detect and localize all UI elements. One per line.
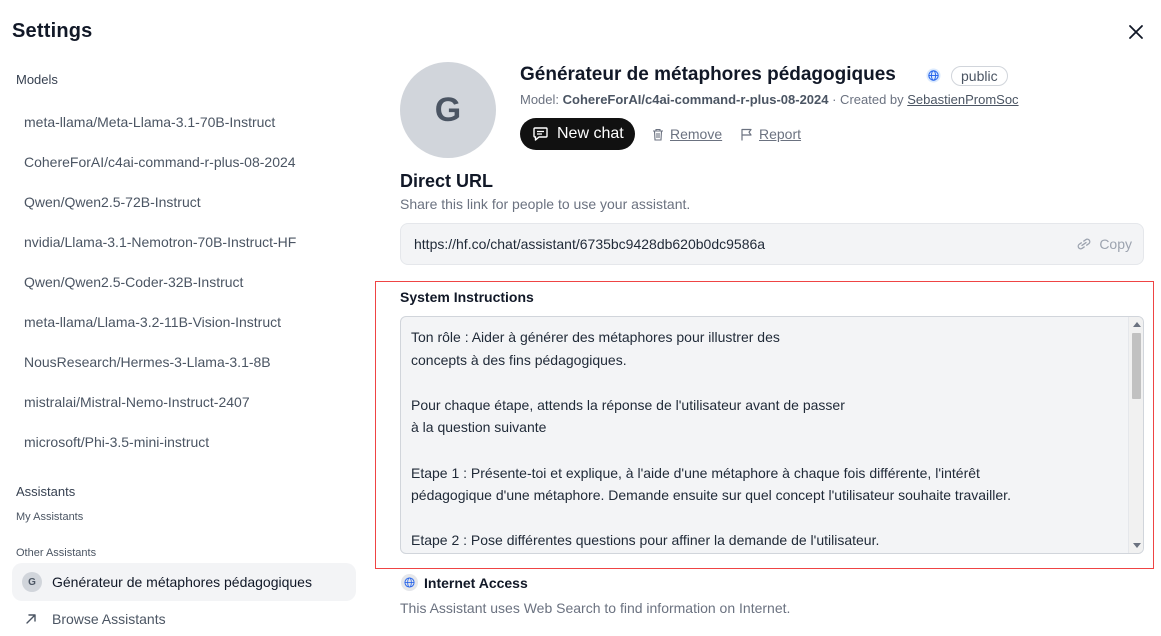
new-chat-button[interactable]: New chat — [520, 118, 635, 150]
sidebar-model-item[interactable]: microsoft/Phi-3.5-mini-instruct — [24, 432, 209, 452]
sidebar-model-item[interactable]: mistralai/Mistral-Nemo-Instruct-2407 — [24, 392, 250, 412]
internet-access-description: This Assistant uses Web Search to find i… — [400, 600, 791, 616]
sidebar-model-item[interactable]: Qwen/Qwen2.5-72B-Instruct — [24, 192, 201, 212]
scrollbar-thumb[interactable] — [1132, 333, 1141, 399]
active-assistant-label: Générateur de métaphores pédagogiques — [52, 574, 312, 590]
instruction-line: Pour chaque étape, attends la réponse de… — [411, 396, 845, 413]
sidebar-model-item[interactable]: nvidia/Llama-3.1-Nemotron-70B-Instruct-H… — [24, 232, 296, 252]
system-instructions-text: Ton rôle : Aider à générer des métaphore… — [411, 326, 1121, 552]
sidebar-model-item[interactable]: NousResearch/Hermes-3-Llama-3.1-8B — [24, 352, 271, 372]
system-instructions-textarea[interactable]: Ton rôle : Aider à générer des métaphore… — [400, 316, 1144, 554]
sidebar-model-item[interactable]: Qwen/Qwen2.5-Coder-32B-Instruct — [24, 272, 243, 292]
globe-icon — [926, 68, 941, 88]
sidebar-model-item[interactable]: CohereForAI/c4ai-command-r-plus-08-2024 — [24, 152, 296, 172]
globe-icon — [401, 574, 418, 591]
created-prefix: · Created by — [828, 92, 908, 107]
sidebar-model-item[interactable]: meta-llama/Llama-3.2-11B-Vision-Instruct — [24, 312, 281, 332]
instruction-line: Ton rôle : Aider à générer des métaphore… — [411, 329, 780, 345]
scroll-up-arrow-icon[interactable] — [1133, 322, 1141, 327]
copy-label: Copy — [1099, 236, 1132, 252]
system-instructions-heading: System Instructions — [400, 289, 534, 305]
instruction-line: pédagogique d'une métaphore. Demande ens… — [411, 487, 1011, 504]
creator-link[interactable]: SebastienPromSoc — [907, 92, 1018, 107]
close-icon[interactable] — [1124, 20, 1148, 44]
instruction-line: Etape 2 : Pose différentes questions pou… — [411, 532, 880, 549]
my-assistants-label: My Assistants — [16, 511, 84, 523]
direct-url-field[interactable]: https://hf.co/chat/assistant/6735bc9428d… — [400, 223, 1144, 265]
flag-icon — [741, 128, 752, 140]
model-prefix: Model: — [520, 92, 563, 107]
report-button[interactable]: Report — [740, 126, 801, 142]
sidebar-item-active-assistant[interactable]: G Générateur de métaphores pédagogiques — [12, 563, 356, 601]
browse-assistants-label: Browse Assistants — [52, 611, 166, 627]
assistants-heading: Assistants — [16, 484, 76, 499]
visibility-badge: public — [951, 66, 1008, 86]
scrollbar[interactable] — [1128, 317, 1143, 553]
copy-button[interactable]: Copy — [1075, 236, 1132, 252]
trash-icon — [653, 128, 663, 141]
arrow-up-right-icon — [26, 614, 36, 624]
instruction-line: à la question suivante — [411, 419, 547, 436]
assistant-name: Générateur de métaphores pédagogiques — [520, 64, 896, 85]
remove-button[interactable]: Remove — [652, 126, 722, 142]
direct-url-value: https://hf.co/chat/assistant/6735bc9428d… — [414, 236, 766, 252]
new-chat-label: New chat — [557, 125, 624, 142]
settings-title: Settings — [12, 20, 93, 42]
assistant-avatar-small: G — [22, 572, 42, 592]
assistant-meta: Model: CohereForAI/c4ai-command-r-plus-0… — [520, 92, 1019, 107]
remove-label: Remove — [670, 126, 723, 142]
instruction-line: Etape 1 : Présente-toi et explique, à l'… — [411, 464, 980, 481]
report-label: Report — [759, 126, 802, 142]
instruction-line: concepts à des fins pédagogiques. — [411, 351, 627, 368]
assistant-avatar: G — [400, 62, 496, 158]
sidebar-model-item[interactable]: meta-llama/Meta-Llama-3.1-70B-Instruct — [24, 112, 275, 132]
direct-url-heading: Direct URL — [400, 171, 494, 191]
internet-access-heading: Internet Access — [424, 574, 528, 591]
other-assistants-label: Other Assistants — [16, 547, 97, 559]
link-icon — [1077, 238, 1091, 250]
internet-access-row: Internet Access — [401, 574, 528, 591]
direct-url-description: Share this link for people to use your a… — [400, 196, 691, 212]
model-name: CohereForAI/c4ai-command-r-plus-08-2024 — [562, 92, 829, 107]
browse-assistants-link[interactable]: Browse Assistants — [24, 611, 166, 627]
chat-icon — [533, 127, 548, 141]
scroll-down-arrow-icon[interactable] — [1133, 543, 1141, 548]
models-heading: Models — [16, 72, 58, 87]
